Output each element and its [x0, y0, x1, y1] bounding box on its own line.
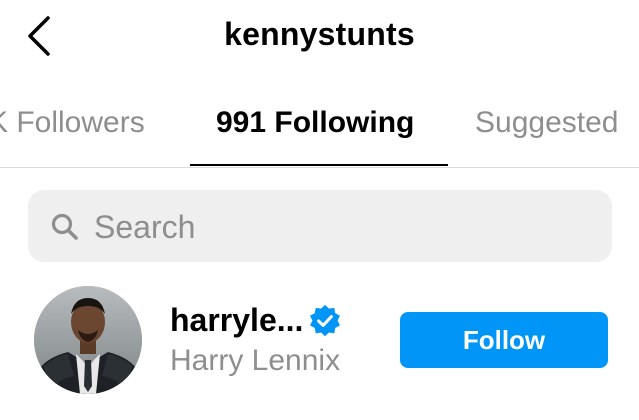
tab-bar: K Followers 991 Following Suggested: [0, 90, 639, 168]
tab-suggested[interactable]: Suggested: [475, 106, 618, 140]
search-icon: [51, 213, 78, 240]
top-bar: kennystunts: [0, 0, 639, 80]
full-name: Harry Lennix: [170, 344, 341, 377]
verified-badge-icon: [310, 304, 340, 337]
follow-button[interactable]: Follow: [400, 312, 608, 368]
search-input[interactable]: [92, 204, 596, 250]
search-bar[interactable]: [28, 190, 612, 262]
avatar[interactable]: [34, 286, 142, 394]
tab-followers[interactable]: K Followers: [0, 106, 145, 140]
active-tab-indicator: [190, 164, 448, 166]
tab-following[interactable]: 991 Following: [216, 106, 414, 140]
username[interactable]: harryle...: [170, 302, 303, 339]
account-row[interactable]: harryle... Harry Lennix Follow: [0, 282, 639, 402]
profile-photo: [34, 286, 142, 394]
page-title: kennystunts: [224, 16, 415, 52]
